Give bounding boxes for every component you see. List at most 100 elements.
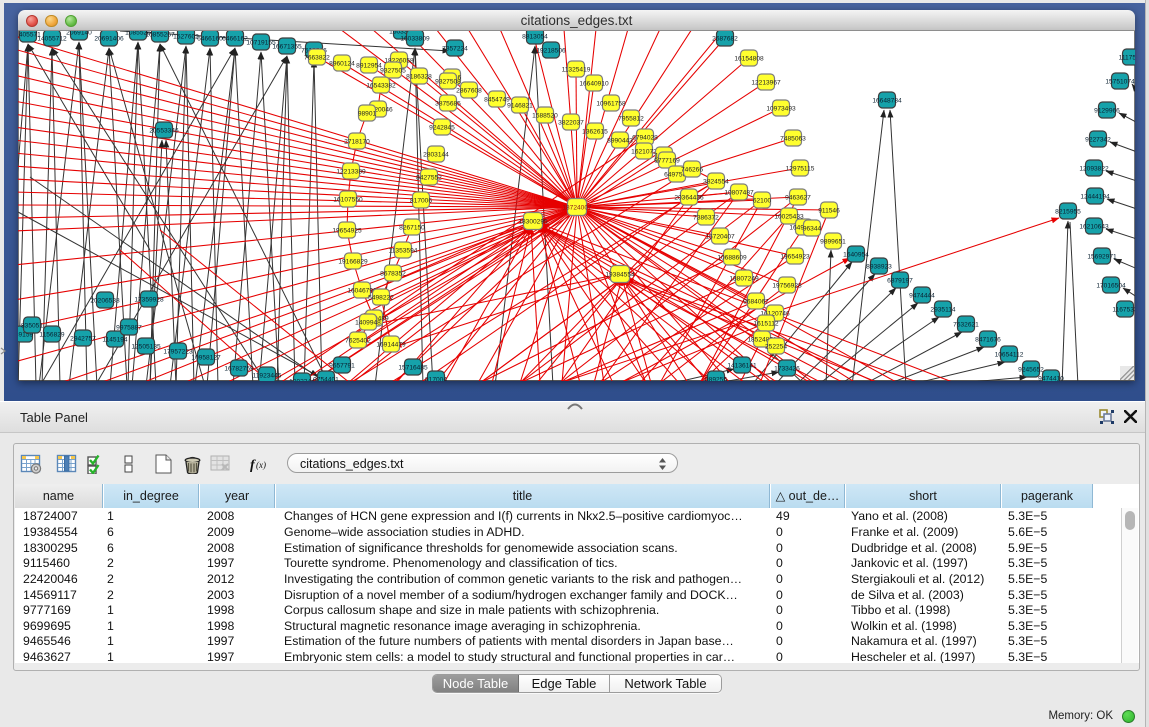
svg-text:17957223: 17957223 bbox=[163, 348, 193, 355]
svg-text:(x): (x) bbox=[256, 460, 266, 470]
svg-text:9245652: 9245652 bbox=[1018, 366, 1044, 373]
svg-text:8267150: 8267150 bbox=[399, 224, 425, 231]
svg-text:10688609: 10688609 bbox=[717, 254, 747, 261]
svg-text:7632621: 7632621 bbox=[953, 321, 979, 328]
svg-text:2069140: 2069140 bbox=[66, 31, 92, 36]
svg-text:1615112: 1615112 bbox=[753, 320, 779, 327]
svg-text:9474444: 9474444 bbox=[909, 292, 935, 299]
svg-text:8960124: 8960124 bbox=[329, 60, 355, 67]
svg-text:8990443: 8990443 bbox=[607, 137, 633, 144]
svg-text:62100: 62100 bbox=[753, 197, 772, 204]
svg-text:2718170: 2718170 bbox=[344, 138, 370, 145]
svg-text:96344: 96344 bbox=[803, 225, 822, 232]
svg-text:18807249: 18807249 bbox=[729, 275, 759, 282]
svg-text:8813054: 8813054 bbox=[522, 33, 548, 40]
svg-text:16543382: 16543382 bbox=[366, 82, 396, 89]
svg-text:2942757: 2942757 bbox=[70, 335, 96, 342]
svg-text:6466160: 6466160 bbox=[197, 35, 223, 42]
svg-text:15720407: 15720407 bbox=[705, 233, 735, 240]
svg-text:98901: 98901 bbox=[358, 110, 377, 117]
svg-text:1409948: 1409948 bbox=[355, 319, 381, 326]
svg-text:9463627: 9463627 bbox=[785, 194, 811, 201]
svg-text:9327508: 9327508 bbox=[435, 78, 461, 85]
svg-text:11923445: 11923445 bbox=[253, 372, 282, 379]
svg-text:19756928: 19756928 bbox=[772, 282, 802, 289]
svg-text:19654923: 19654923 bbox=[780, 253, 810, 260]
svg-text:9657791: 9657791 bbox=[329, 362, 355, 369]
svg-text:1362615: 1362615 bbox=[582, 128, 608, 135]
svg-text:7485063: 7485063 bbox=[780, 135, 806, 142]
svg-text:19384554: 19384554 bbox=[605, 271, 635, 278]
svg-text:20206538: 20206538 bbox=[90, 297, 120, 304]
svg-text:252254: 252254 bbox=[765, 343, 787, 350]
svg-text:3875685: 3875685 bbox=[435, 100, 461, 107]
svg-text:17016504: 17016504 bbox=[1096, 282, 1126, 289]
svg-text:12213967: 12213967 bbox=[751, 79, 781, 86]
svg-text:15751074: 15751074 bbox=[1105, 78, 1135, 85]
svg-text:8471676: 8471676 bbox=[975, 336, 1001, 343]
svg-text:2803144: 2803144 bbox=[423, 151, 449, 158]
svg-text:8215955: 8215955 bbox=[1055, 208, 1081, 215]
svg-text:9777169: 9777169 bbox=[654, 157, 680, 164]
svg-text:16640910: 16640910 bbox=[579, 80, 609, 87]
svg-text:6879197: 6879197 bbox=[887, 277, 913, 284]
svg-text:17359928: 17359928 bbox=[134, 296, 164, 303]
svg-text:8938923: 8938923 bbox=[866, 263, 892, 270]
svg-text:16107550: 16107550 bbox=[333, 196, 363, 203]
svg-text:9754401: 9754401 bbox=[313, 376, 339, 381]
svg-text:6794028: 6794028 bbox=[632, 134, 658, 141]
svg-text:3822037: 3822037 bbox=[558, 119, 584, 126]
svg-text:11325419: 11325419 bbox=[562, 66, 591, 73]
svg-text:8186328: 8186328 bbox=[406, 73, 432, 80]
svg-text:1588520: 1588520 bbox=[532, 112, 558, 119]
svg-text:12444194: 12444194 bbox=[1080, 193, 1110, 200]
svg-text:18724007: 18724007 bbox=[562, 204, 592, 211]
svg-text:1117534: 1117534 bbox=[1119, 54, 1135, 61]
svg-text:14055712: 14055712 bbox=[37, 35, 67, 42]
svg-text:817004: 817004 bbox=[425, 376, 447, 381]
svg-text:1167533: 1167533 bbox=[1112, 306, 1135, 313]
svg-text:10654112: 10654112 bbox=[995, 351, 1024, 358]
svg-text:8678352: 8678352 bbox=[380, 270, 406, 277]
svg-text:15716485: 15716485 bbox=[398, 364, 428, 371]
svg-text:16648784: 16648784 bbox=[872, 97, 902, 104]
svg-text:1145194: 1145194 bbox=[102, 336, 128, 343]
svg-text:911546: 911546 bbox=[818, 207, 840, 214]
svg-text:2867608: 2867608 bbox=[456, 87, 482, 94]
svg-text:1733426: 1733426 bbox=[774, 365, 800, 372]
svg-text:10958127: 10958127 bbox=[191, 354, 221, 361]
svg-text:746266: 746266 bbox=[681, 166, 703, 173]
svg-text:20691406: 20691406 bbox=[94, 35, 124, 42]
svg-text:9129966: 9129966 bbox=[1094, 107, 1120, 114]
svg-text:9327505: 9327505 bbox=[380, 67, 406, 74]
svg-text:835051: 835051 bbox=[21, 322, 43, 329]
svg-text:16154808: 16154808 bbox=[734, 55, 764, 62]
svg-text:7625402: 7625402 bbox=[345, 337, 371, 344]
svg-text:9684067: 9684067 bbox=[743, 298, 769, 305]
svg-text:7955812: 7955812 bbox=[618, 115, 644, 122]
svg-text:7663822: 7663822 bbox=[304, 54, 330, 61]
svg-text:7357224: 7357224 bbox=[442, 45, 468, 52]
svg-text:12213389: 12213389 bbox=[336, 168, 366, 175]
svg-text:6466162: 6466162 bbox=[222, 35, 248, 42]
svg-text:9975887: 9975887 bbox=[116, 324, 142, 331]
svg-text:18300295: 18300295 bbox=[518, 218, 548, 225]
svg-text:1640954: 1640954 bbox=[843, 251, 869, 258]
svg-text:5498222: 5498222 bbox=[368, 294, 394, 301]
svg-text:19654925: 19654925 bbox=[332, 227, 362, 234]
svg-text:2687682: 2687682 bbox=[712, 35, 738, 42]
svg-text:817006: 817006 bbox=[410, 197, 432, 204]
svg-text:16671355: 16671355 bbox=[272, 43, 302, 50]
svg-text:10973493: 10973493 bbox=[766, 105, 796, 112]
svg-text:9227342: 9227342 bbox=[1085, 136, 1111, 143]
svg-text:19218506: 19218506 bbox=[536, 47, 566, 54]
svg-text:3824554: 3824554 bbox=[703, 178, 729, 185]
svg-text:10855267: 10855267 bbox=[145, 31, 175, 38]
svg-text:12093822: 12093822 bbox=[1079, 165, 1109, 172]
svg-text:10961758: 10961758 bbox=[596, 100, 626, 107]
svg-text:889255: 889255 bbox=[705, 376, 727, 381]
svg-text:20364436: 20364436 bbox=[674, 194, 704, 201]
svg-text:12975115: 12975115 bbox=[786, 165, 815, 172]
svg-text:1292344: 1292344 bbox=[289, 378, 315, 381]
svg-text:16782759: 16782759 bbox=[224, 365, 254, 372]
